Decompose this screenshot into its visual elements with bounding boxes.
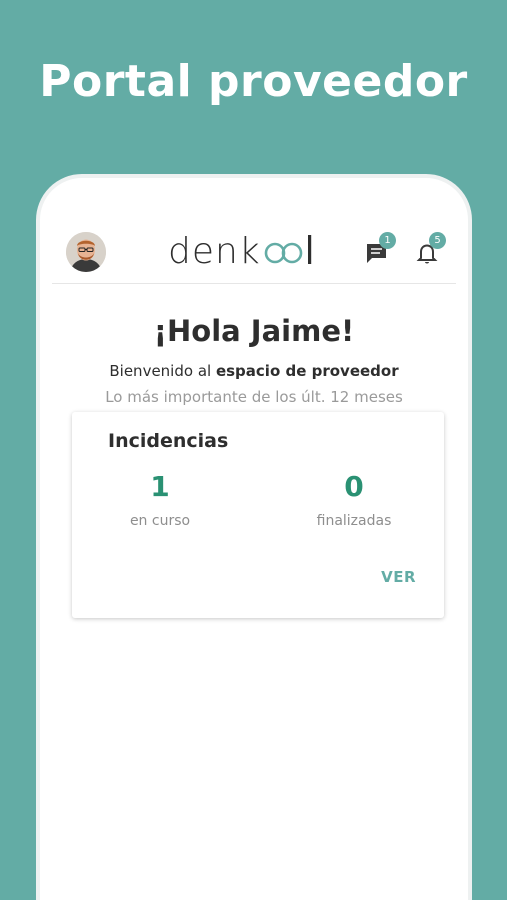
chat-button[interactable]: 1 xyxy=(362,232,396,268)
denkool-logo: denk xyxy=(166,231,336,272)
stat-in-progress-value: 1 xyxy=(150,470,170,503)
stat-finished-value: 0 xyxy=(344,470,364,503)
card-title: Incidencias xyxy=(108,430,229,452)
incidencias-card: Incidencias 1 en curso 0 finalizadas VER xyxy=(72,412,444,618)
greeting-title: ¡Hola Jaime! xyxy=(153,314,355,348)
avatar-image xyxy=(66,232,106,272)
welcome-strong: espacio de proveedor xyxy=(215,362,399,380)
app-screen: denk 1 5 ¡Hola Jaime! Bienvenido al espa… xyxy=(52,190,456,900)
logo-icon: denk xyxy=(168,231,312,272)
stat-in-progress-label: en curso xyxy=(129,513,191,529)
chat-badge: 1 xyxy=(379,232,396,249)
avatar[interactable] xyxy=(66,232,106,272)
notifications-button[interactable]: 5 xyxy=(412,232,446,268)
notifications-badge: 5 xyxy=(429,232,446,249)
stat-in-progress: 1 en curso xyxy=(90,470,230,529)
promo-title: Portal proveedor xyxy=(39,56,468,107)
stat-finished-label: finalizadas xyxy=(316,513,392,529)
app-header: denk 1 5 xyxy=(52,218,456,284)
stat-finished: 0 finalizadas xyxy=(284,470,424,529)
welcome-prefix: Bienvenido al xyxy=(109,362,216,380)
phone-frame: denk 1 5 ¡Hola Jaime! Bienvenido al espa… xyxy=(36,174,472,900)
svg-text:denk: denk xyxy=(168,232,261,272)
welcome-text: Bienvenido al espacio de proveedor xyxy=(52,362,456,380)
view-incidencias-button[interactable]: VER xyxy=(381,568,416,586)
period-subtitle: Lo más importante de los últ. 12 meses xyxy=(105,388,403,406)
